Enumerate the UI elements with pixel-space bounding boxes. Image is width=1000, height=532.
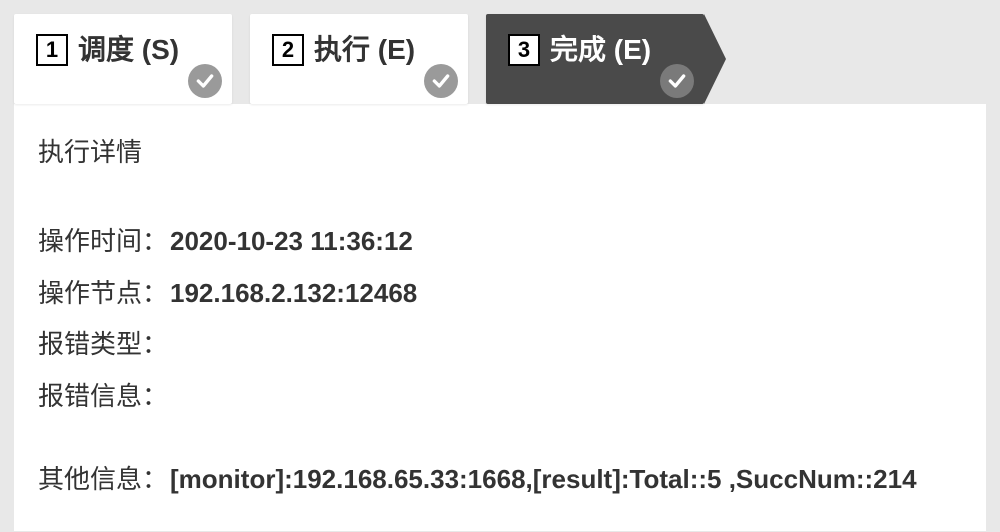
check-icon — [660, 64, 694, 98]
execution-detail-panel: 执行详情 操作时间： 2020-10-23 11:36:12 操作节点： 192… — [14, 104, 986, 531]
err-type-label: 报错类型： — [38, 324, 168, 366]
section-title: 执行详情 — [38, 132, 962, 169]
tab-label: 执行 (E) — [314, 34, 415, 66]
other-label: 其他信息： — [38, 459, 168, 501]
err-info-label: 报错信息： — [38, 376, 168, 418]
check-icon — [188, 64, 222, 98]
row-op-node: 操作节点： 192.168.2.132:12468 — [38, 273, 962, 315]
op-time-label: 操作时间： — [38, 221, 168, 263]
row-err-info: 报错信息： — [38, 376, 962, 418]
row-err-type: 报错类型： — [38, 324, 962, 366]
op-time-value: 2020-10-23 11:36:12 — [170, 221, 413, 263]
tab-complete[interactable]: 3 完成 (E) — [486, 14, 704, 104]
step-tabs: 1 调度 (S) 2 执行 (E) 3 完成 (E) — [0, 0, 1000, 104]
op-node-value: 192.168.2.132:12468 — [170, 273, 417, 315]
check-icon — [424, 64, 458, 98]
step-number: 2 — [272, 34, 304, 66]
tab-schedule[interactable]: 1 调度 (S) — [14, 14, 232, 104]
row-other-info: 其他信息： [monitor]:192.168.65.33:1668,[resu… — [38, 459, 962, 501]
tab-label: 完成 (E) — [550, 34, 651, 66]
step-number: 1 — [36, 34, 68, 66]
tab-label: 调度 (S) — [78, 34, 179, 66]
row-op-time: 操作时间： 2020-10-23 11:36:12 — [38, 221, 962, 263]
step-number: 3 — [508, 34, 540, 66]
tab-execute[interactable]: 2 执行 (E) — [250, 14, 468, 104]
op-node-label: 操作节点： — [38, 273, 168, 315]
other-value: [monitor]:192.168.65.33:1668,[result]:To… — [170, 459, 917, 501]
